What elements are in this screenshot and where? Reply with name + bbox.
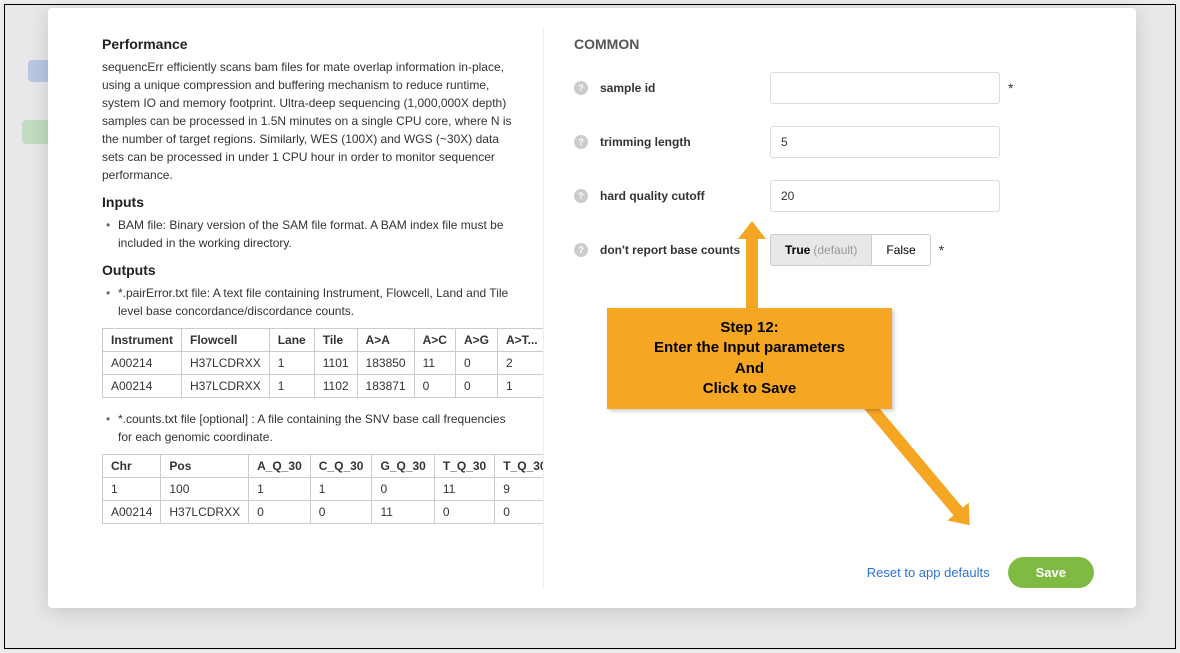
table-header: Chr: [103, 455, 161, 478]
counts-table: ChrPosA_Q_30C_Q_30G_Q_30T_Q_30T_Q_30N_Q_…: [102, 454, 543, 524]
help-icon[interactable]: ?: [574, 189, 588, 203]
hard-quality-label: hard quality cutoff: [600, 189, 770, 203]
reset-defaults-link[interactable]: Reset to app defaults: [867, 565, 990, 580]
table-cell: 183850: [357, 352, 414, 375]
outputs-heading: Outputs: [102, 262, 513, 278]
table-cell: H37LCDRXX: [161, 501, 249, 524]
required-star-icon: *: [1008, 80, 1013, 96]
table-header: A>A: [357, 329, 414, 352]
table-cell: 0: [434, 501, 494, 524]
table-cell: 1: [310, 478, 372, 501]
table-header: C_Q_30: [310, 455, 372, 478]
table-cell: 11: [414, 352, 455, 375]
outputs-bullet-2: *.counts.txt file [optional] : A file co…: [118, 410, 513, 446]
trimming-length-row: ? trimming length: [574, 126, 1094, 158]
table-cell: 1101: [314, 352, 357, 375]
table-cell: 1102: [314, 375, 357, 398]
table-header: T_Q_30: [434, 455, 494, 478]
performance-text: sequencErr efficiently scans bam files f…: [102, 58, 513, 184]
table-cell: 0: [455, 375, 497, 398]
toggle-true-button[interactable]: True(default): [771, 235, 872, 265]
trimming-length-label: trimming length: [600, 135, 770, 149]
table-cell: A00214: [103, 352, 182, 375]
table-cell: 11: [434, 478, 494, 501]
table-cell: 11: [372, 501, 434, 524]
step-callout: Step 12: Enter the Input parameters And …: [607, 308, 892, 409]
footer-actions: Reset to app defaults Save: [867, 557, 1094, 588]
required-star-icon: *: [939, 242, 944, 258]
table-cell: 1: [269, 352, 314, 375]
performance-heading: Performance: [102, 36, 513, 52]
table-cell: A00214: [103, 375, 182, 398]
table-header: A_Q_30: [249, 455, 311, 478]
table-row: A00214H37LCDRXX00110011: [103, 501, 544, 524]
table-row: 110011011911: [103, 478, 544, 501]
pair-error-table: InstrumentFlowcellLaneTileA>AA>CA>GA>T..…: [102, 328, 543, 398]
inputs-heading: Inputs: [102, 194, 513, 210]
toggle-false-button[interactable]: False: [872, 235, 929, 265]
table-cell: 0: [310, 501, 372, 524]
hard-quality-row: ? hard quality cutoff: [574, 180, 1094, 212]
table-cell: A00214: [103, 501, 161, 524]
sample-id-input[interactable]: [770, 72, 1000, 104]
inputs-bullet: BAM file: Binary version of the SAM file…: [118, 216, 513, 252]
documentation-panel: Performance sequencErr efficiently scans…: [48, 8, 543, 608]
dont-report-label: don't report base counts: [600, 243, 770, 257]
table-cell: 0: [414, 375, 455, 398]
table-cell: 0: [495, 501, 543, 524]
table-header: Instrument: [103, 329, 182, 352]
table-cell: 183871: [357, 375, 414, 398]
table-header: T_Q_30: [495, 455, 543, 478]
common-section-title: COMMON: [574, 36, 1094, 52]
help-icon[interactable]: ?: [574, 243, 588, 257]
table-cell: 1: [497, 375, 543, 398]
table-cell: 1: [269, 375, 314, 398]
help-icon[interactable]: ?: [574, 135, 588, 149]
table-cell: 100: [161, 478, 249, 501]
annotation-arrow-up-icon: [746, 235, 758, 313]
table-header: Pos: [161, 455, 249, 478]
table-cell: H37LCDRXX: [182, 375, 270, 398]
table-cell: 0: [455, 352, 497, 375]
sample-id-label: sample id: [600, 81, 770, 95]
table-header: G_Q_30: [372, 455, 434, 478]
table-header: A>T...: [497, 329, 543, 352]
trimming-length-input[interactable]: [770, 126, 1000, 158]
hard-quality-input[interactable]: [770, 180, 1000, 212]
table-cell: 0: [372, 478, 434, 501]
table-cell: 9: [495, 478, 543, 501]
table-row: A00214H37LCDRXX11102183871001: [103, 375, 544, 398]
sample-id-row: ? sample id *: [574, 72, 1094, 104]
help-icon[interactable]: ?: [574, 81, 588, 95]
table-cell: 2: [497, 352, 543, 375]
table-header: A>C: [414, 329, 455, 352]
table-header: Lane: [269, 329, 314, 352]
table-cell: H37LCDRXX: [182, 352, 270, 375]
dont-report-row: ? don't report base counts True(default)…: [574, 234, 1094, 266]
table-cell: 1: [249, 478, 311, 501]
save-button[interactable]: Save: [1008, 557, 1094, 588]
table-cell: 1: [103, 478, 161, 501]
table-header: A>G: [455, 329, 497, 352]
table-header: Tile: [314, 329, 357, 352]
outputs-bullet-1: *.pairError.txt file: A text file contai…: [118, 284, 513, 320]
dont-report-toggle: True(default) False: [770, 234, 931, 266]
table-row: A00214H37LCDRXX111011838501102: [103, 352, 544, 375]
table-cell: 0: [249, 501, 311, 524]
table-header: Flowcell: [182, 329, 270, 352]
